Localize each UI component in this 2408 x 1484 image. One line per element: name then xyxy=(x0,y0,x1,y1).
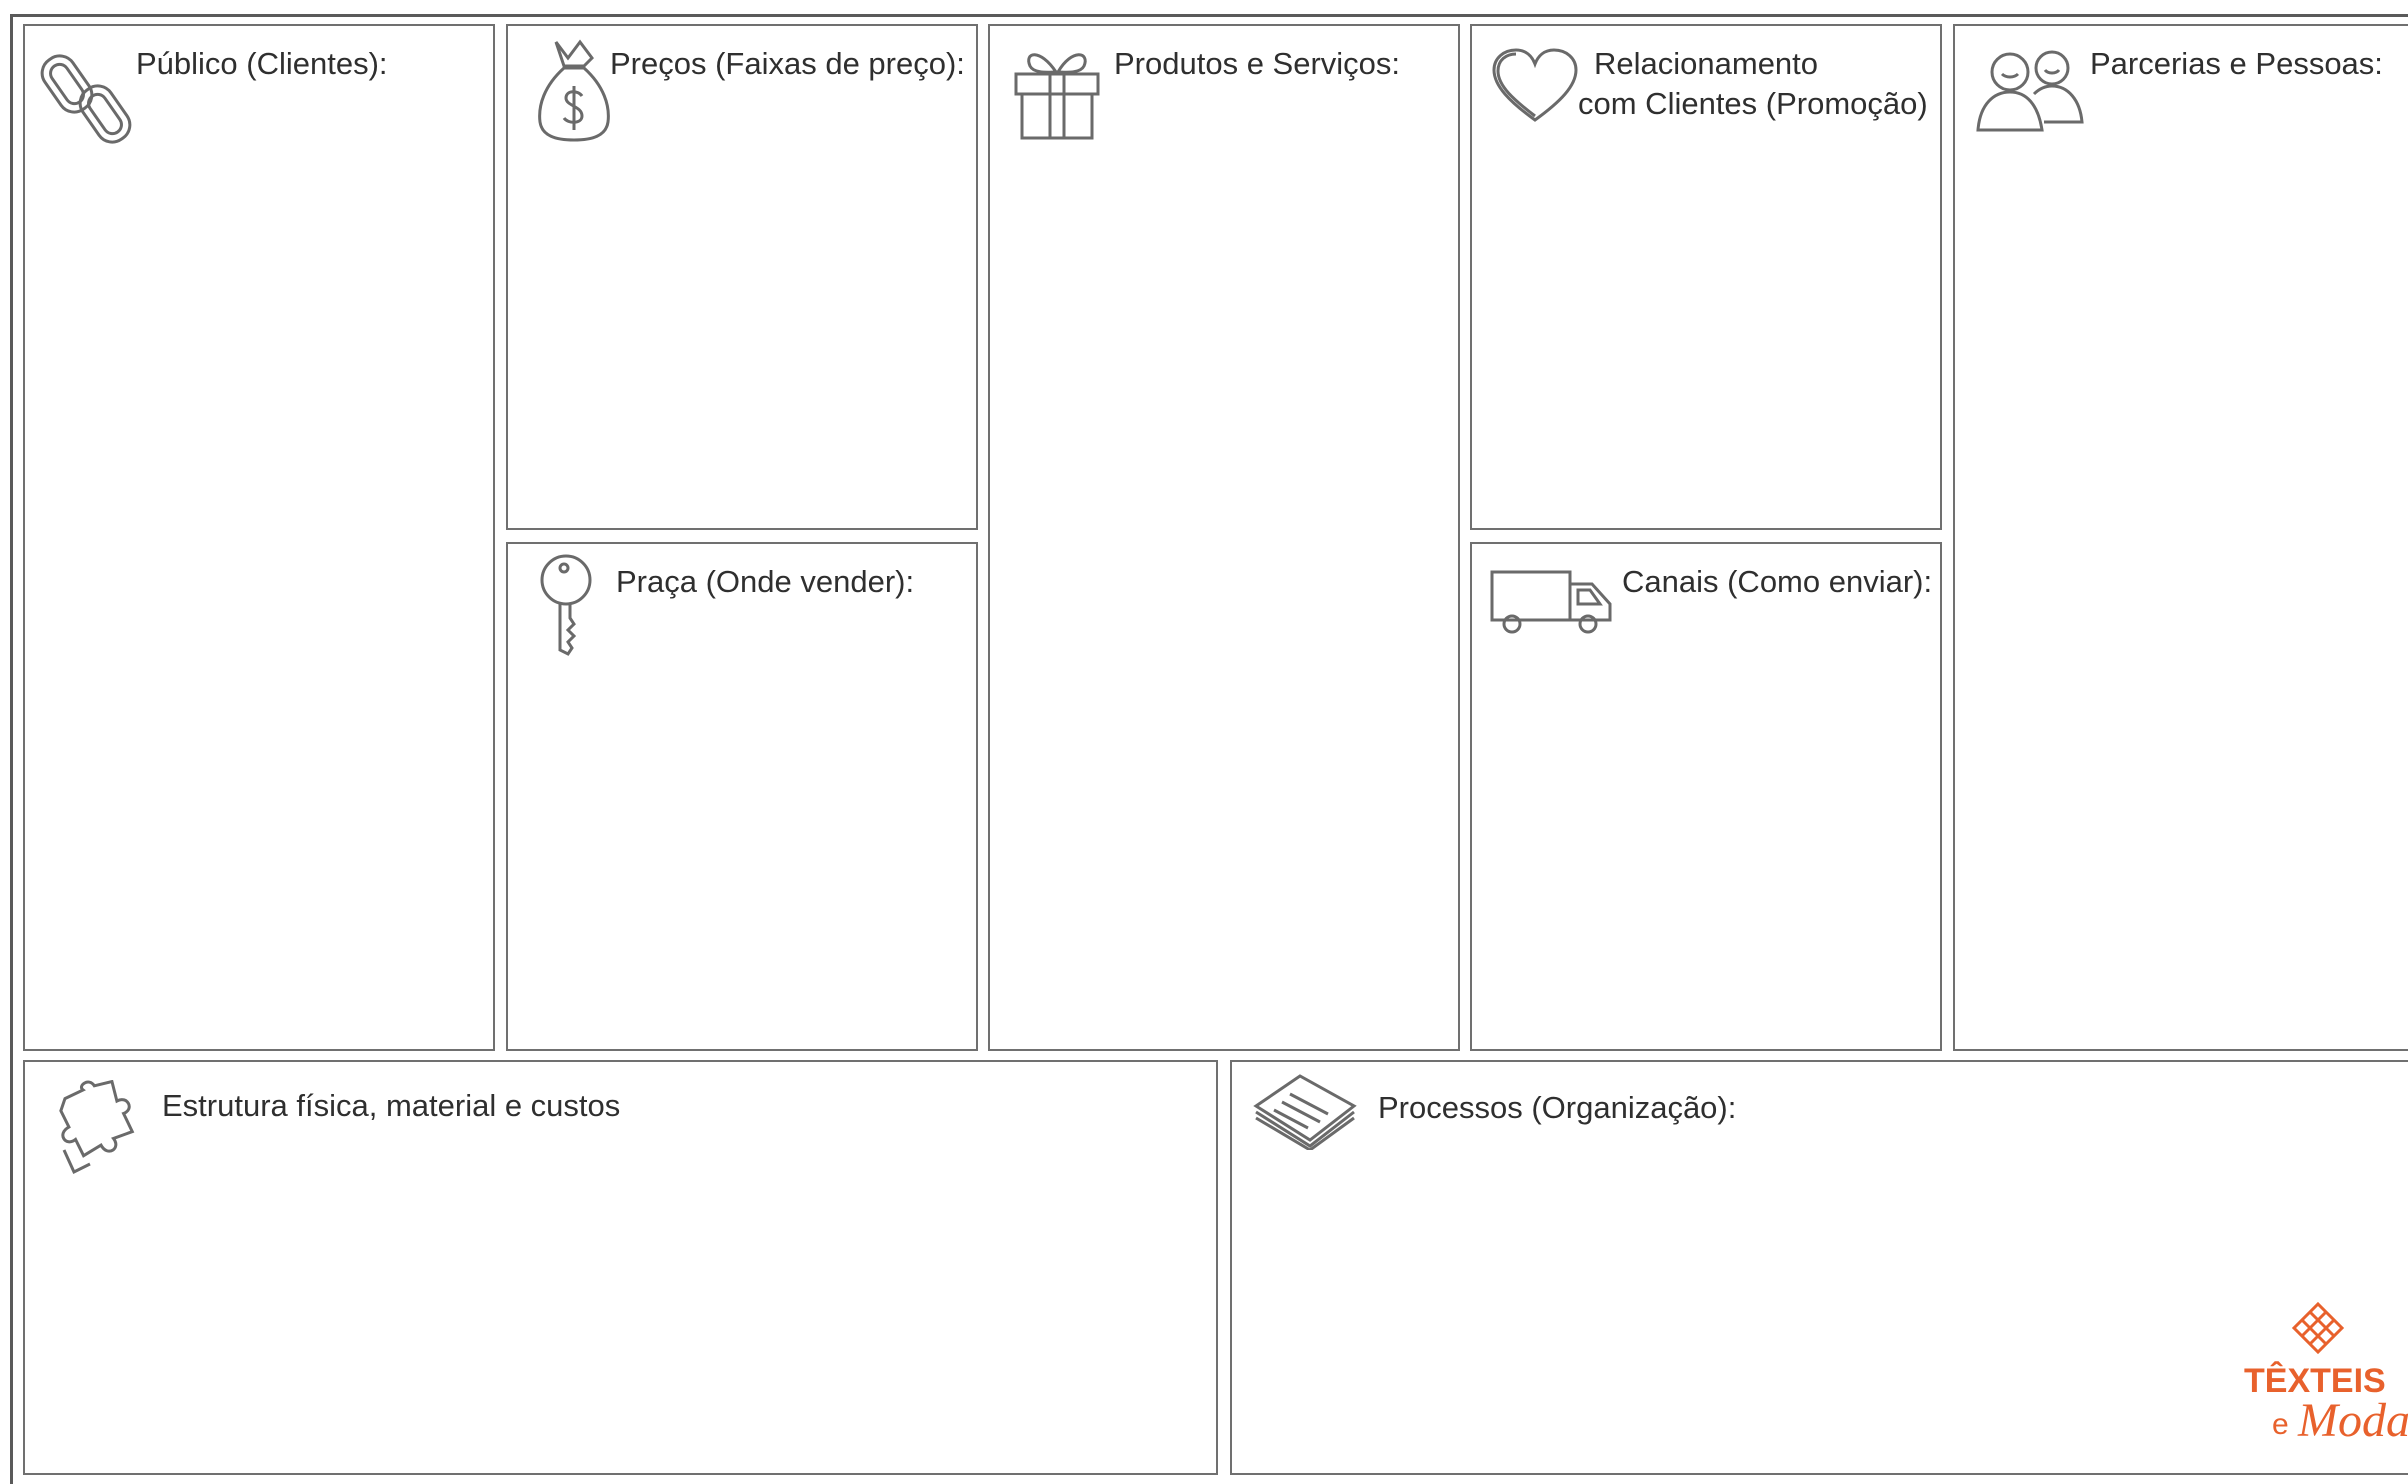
section-title: Estrutura física, material e custos xyxy=(162,1088,621,1123)
key-icon xyxy=(534,552,604,656)
chain-link-icon xyxy=(40,44,140,154)
svg-text:e: e xyxy=(2272,1408,2289,1441)
texteis-e-moda-logo: TÊXTEIS e Moda xyxy=(2238,1300,2408,1450)
section-title: Produtos e Serviços: xyxy=(1114,46,1401,81)
section-title: Relacionamento xyxy=(1594,46,1819,81)
money-bag-icon xyxy=(534,36,614,142)
puzzle-piece-icon xyxy=(44,1080,144,1180)
people-icon xyxy=(1974,46,2086,136)
papers-icon xyxy=(1250,1070,1360,1150)
section-title: Preços (Faixas de preço): xyxy=(610,46,965,81)
svg-text:Moda: Moda xyxy=(2297,1394,2408,1447)
section-title: Canais (Como enviar): xyxy=(1622,564,1933,599)
section-title: Processos (Organização): xyxy=(1378,1090,1737,1125)
section-produtos[interactable] xyxy=(988,24,1460,1051)
section-title: Parcerias e Pessoas: xyxy=(2090,46,2383,81)
section-title: Praça (Onde vender): xyxy=(616,564,915,599)
gift-icon xyxy=(1010,42,1104,142)
heart-icon xyxy=(1490,46,1580,126)
truck-icon xyxy=(1488,566,1614,638)
section-parcerias[interactable] xyxy=(1953,24,2408,1051)
section-publico[interactable] xyxy=(23,24,495,1051)
section-title: com Clientes (Promoção) xyxy=(1578,86,1928,121)
section-title: Público (Clientes): xyxy=(136,46,388,81)
